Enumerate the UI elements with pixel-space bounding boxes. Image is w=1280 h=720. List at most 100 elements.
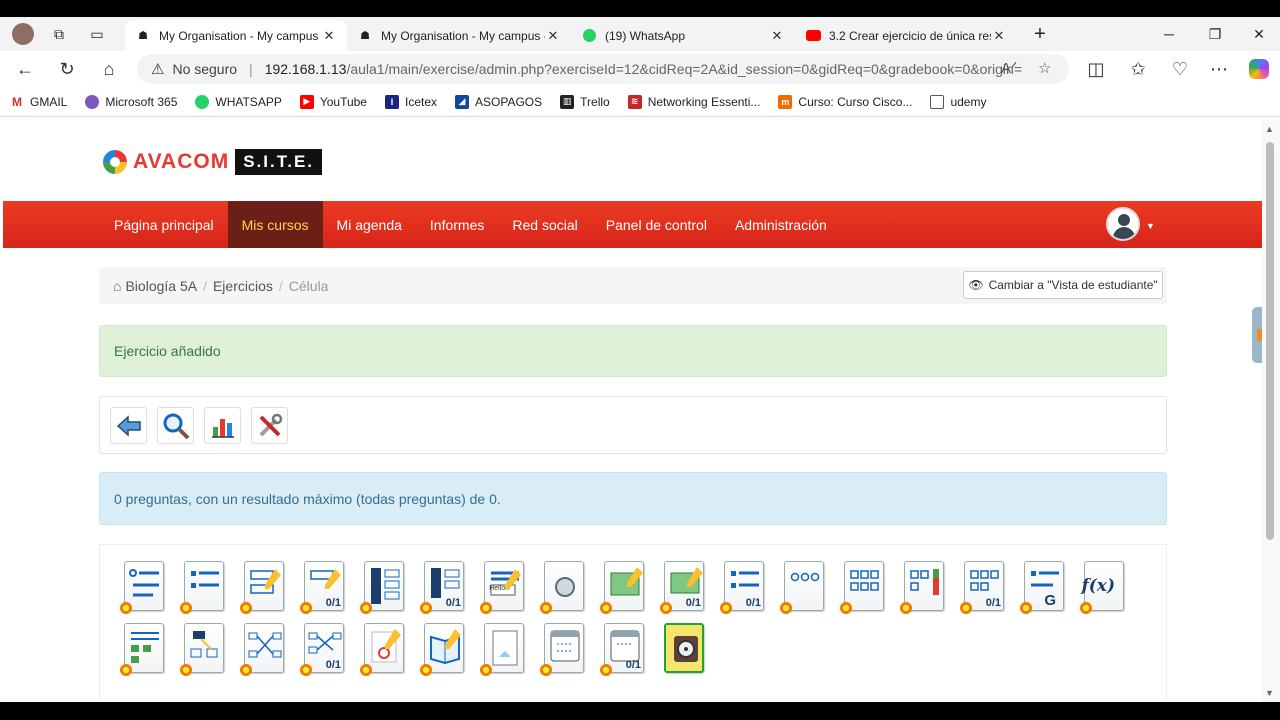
favorite-star-icon[interactable]: ☆ [1038, 59, 1051, 77]
question-type-icon[interactable]: G [1019, 561, 1064, 615]
question-type-icon[interactable]: 0/1 [299, 623, 344, 677]
tab-3[interactable]: (19) WhatsApp ✕ [571, 20, 795, 51]
nav-mi-agenda[interactable]: Mi agenda [323, 201, 416, 248]
trello-icon: ▥ [560, 94, 575, 109]
question-type-icon[interactable]: f(x) [1079, 561, 1124, 615]
student-view-button[interactable]: 👁 Cambiar a "Vista de estudiante" [963, 271, 1163, 299]
site-logo[interactable]: AVACOM S.I.T.E. [103, 149, 323, 175]
bookmark-youtube[interactable]: ▶ YouTube [299, 94, 367, 109]
split-screen-icon[interactable]: ◫ [1081, 55, 1111, 83]
nav-mis-cursos[interactable]: Mis cursos [227, 201, 323, 248]
bookmark-gmail[interactable]: M GMAIL [10, 94, 67, 109]
address-bar[interactable]: ⚠ No seguro | 192.168.1.13 /aula1/main/e… [137, 54, 1069, 84]
question-type-icon[interactable] [119, 561, 164, 615]
question-type-badge: 0/1 [445, 597, 461, 609]
bookmark-microsoft365[interactable]: Microsoft 365 [85, 94, 177, 109]
caret-down-icon[interactable]: ▼ [1146, 221, 1155, 231]
scroll-down-icon[interactable]: ▼ [1265, 688, 1274, 698]
question-type-icon[interactable] [539, 561, 584, 615]
bookmark-whatsapp[interactable]: WHATSAPP [195, 94, 282, 109]
question-type-icon[interactable]: 0/1 [419, 561, 464, 615]
nav-panel-de-control[interactable]: Panel de control [592, 201, 721, 248]
back-arrow-icon[interactable] [110, 407, 147, 444]
minimize-icon[interactable]: ─ [1146, 17, 1192, 51]
question-type-icon[interactable] [599, 561, 644, 615]
browser-essentials-icon[interactable]: ♡ [1165, 55, 1195, 83]
close-tab-icon[interactable]: ✕ [321, 28, 337, 44]
restore-icon[interactable]: ❐ [1192, 17, 1238, 51]
close-tab-icon[interactable]: ✕ [769, 28, 785, 44]
question-type-icon[interactable] [239, 561, 284, 615]
nav-pagina-principal[interactable]: Página principal [100, 201, 228, 248]
more-menu-icon[interactable]: ⋯ [1204, 55, 1234, 83]
question-type-icon[interactable] [899, 561, 944, 615]
copilot-icon[interactable] [1244, 55, 1274, 83]
gear-icon [299, 663, 313, 677]
question-type-icon[interactable] [664, 623, 704, 673]
question-type-icon[interactable] [779, 561, 824, 615]
close-tab-icon[interactable]: ✕ [545, 28, 561, 44]
read-aloud-icon[interactable]: Aᐟ [1001, 59, 1017, 77]
question-type-badge: 0/1 [745, 597, 761, 609]
question-type-icon[interactable]: Hello... [479, 561, 524, 615]
question-type-icon[interactable] [119, 623, 164, 677]
page-scrollbar[interactable]: ▲ ▼ [1262, 120, 1280, 702]
question-type-icon[interactable] [359, 561, 404, 615]
gear-icon [359, 601, 373, 615]
results-chart-icon[interactable] [204, 407, 241, 444]
back-icon[interactable]: ← [10, 55, 40, 83]
exercise-toolbar [99, 396, 1167, 454]
home-icon[interactable]: ⌂ [94, 55, 124, 83]
bookmark-curso-cisco[interactable]: m Curso: Curso Cisco... [778, 94, 912, 109]
gear-icon [539, 601, 553, 615]
close-window-icon[interactable]: ✕ [1236, 17, 1280, 51]
warning-triangle-icon[interactable]: ⚠ [151, 60, 164, 78]
nav-administracion[interactable]: Administración [721, 201, 841, 248]
user-avatar[interactable] [1106, 207, 1140, 241]
question-type-icon[interactable]: 0/1 [959, 561, 1004, 615]
question-type-badge: 0/1 [685, 597, 701, 609]
question-type-icon[interactable]: 0/1 [599, 623, 644, 677]
favorites-icon[interactable]: ✩ [1123, 55, 1153, 83]
gear-icon [839, 601, 853, 615]
bookmark-udemy[interactable]: udemy [930, 94, 986, 109]
bookmark-icetex[interactable]: I Icetex [384, 94, 437, 109]
scroll-up-icon[interactable]: ▲ [1265, 124, 1274, 134]
question-type-badge: 0/1 [985, 597, 1001, 609]
question-type-icon[interactable]: 0/1 [299, 561, 344, 615]
question-type-icon[interactable] [839, 561, 884, 615]
bookmark-asopagos[interactable]: ◢ ASOPAGOS [455, 94, 542, 109]
new-tab-icon[interactable]: + [1017, 17, 1063, 51]
preview-magnifier-icon[interactable] [157, 407, 194, 444]
gear-icon [419, 601, 433, 615]
question-type-glyph [555, 577, 575, 597]
breadcrumb-course[interactable]: Biología 5A [125, 278, 197, 294]
reload-icon[interactable]: ↻ [52, 55, 82, 83]
nav-red-social[interactable]: Red social [498, 201, 591, 248]
question-type-icon[interactable] [419, 623, 464, 677]
breadcrumb-exercises[interactable]: Ejercicios [213, 278, 273, 294]
side-panel-tab[interactable] [1252, 307, 1262, 363]
gear-icon [719, 601, 733, 615]
address-row: ← ↻ ⌂ ⚠ No seguro | 192.168.1.13 /aula1/… [0, 51, 1280, 87]
question-type-icon[interactable] [179, 623, 224, 677]
question-type-icon[interactable]: 0/1 [719, 561, 764, 615]
bookmark-networking[interactable]: ≋ Networking Essenti... [627, 94, 760, 109]
tab-2[interactable]: ☗ My Organisation - My campus - C ✕ [347, 20, 571, 51]
scroll-thumb[interactable] [1266, 142, 1274, 540]
question-type-icon[interactable] [479, 623, 524, 677]
question-type-icon[interactable] [359, 623, 404, 677]
question-type-icon[interactable] [179, 561, 224, 615]
question-type-glyph [492, 630, 518, 666]
tab-actions-icon[interactable]: ▭ [74, 17, 120, 51]
nav-informes[interactable]: Informes [416, 201, 498, 248]
bookmark-trello[interactable]: ▥ Trello [560, 94, 610, 109]
tab-1[interactable]: ☗ My Organisation - My campus - E ✕ [125, 20, 347, 51]
gear-icon [119, 601, 133, 615]
tab-4[interactable]: 3.2 Crear ejercicio de única respu ✕ [795, 20, 1017, 51]
close-tab-icon[interactable]: ✕ [991, 28, 1007, 44]
question-type-icon[interactable] [539, 623, 584, 677]
question-type-icon[interactable] [239, 623, 284, 677]
question-type-icon[interactable]: 0/1 [659, 561, 704, 615]
settings-tools-icon[interactable] [251, 407, 288, 444]
